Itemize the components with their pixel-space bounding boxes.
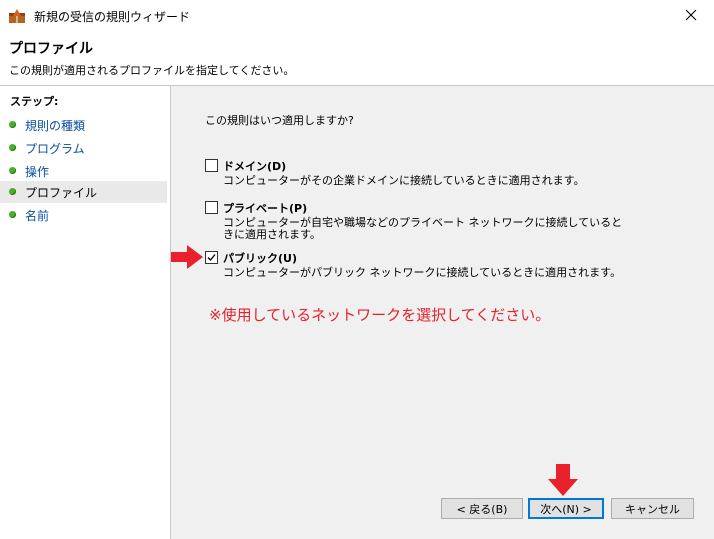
step-label: 名前 — [25, 209, 50, 223]
step-action[interactable]: 操作 — [0, 160, 167, 182]
cancel-button[interactable]: キャンセル — [611, 498, 694, 519]
main-content: この規則はいつ適用しますか? ドメイン(D) コンピューターがその企業ドメインに… — [171, 86, 714, 539]
step-label: プロファイル — [25, 186, 98, 200]
step-dot-icon — [9, 188, 16, 195]
step-dot-icon — [9, 121, 16, 128]
option-label[interactable]: プライベート(P) — [223, 200, 307, 216]
step-program[interactable]: プログラム — [0, 137, 167, 159]
steps-sidebar: ステップ: 規則の種類 プログラム 操作 プロファイル 名前 — [0, 86, 171, 539]
step-label: 操作 — [25, 165, 50, 179]
firewall-icon — [8, 7, 26, 24]
arrow-down-icon — [548, 464, 578, 499]
domain-checkbox[interactable] — [205, 159, 218, 172]
annotation-note: ※使用しているネットワークを選択してください。 — [209, 306, 551, 324]
window-title: 新規の受信の規則ウィザード — [34, 10, 191, 24]
step-label: プログラム — [25, 142, 85, 156]
arrow-right-icon — [171, 245, 203, 272]
option-label[interactable]: パブリック(U) — [223, 250, 297, 266]
back-button[interactable]: < 戻る(B) — [441, 498, 523, 519]
step-profile[interactable]: プロファイル — [0, 181, 167, 203]
option-description: コンピューターがパブリック ネットワークに接続しているときに適用されます。 — [223, 266, 622, 279]
question-text: この規則はいつ適用しますか? — [205, 114, 354, 127]
option-description: コンピューターがその企業ドメインに接続しているときに適用されます。 — [223, 174, 585, 187]
next-button[interactable]: 次へ(N) > — [528, 498, 604, 519]
option-description: コンピューターが自宅や職場などのプライベート ネットワークに接続しているときに適… — [223, 216, 623, 241]
step-rule-type[interactable]: 規則の種類 — [0, 114, 167, 136]
page-title: プロファイル — [9, 41, 93, 57]
public-checkbox[interactable] — [205, 251, 218, 264]
close-button[interactable] — [668, 0, 714, 32]
checkmark-icon — [207, 254, 216, 261]
step-name[interactable]: 名前 — [0, 204, 167, 226]
step-label: 規則の種類 — [25, 119, 86, 133]
page-description: この規則が適用されるプロファイルを指定してください。 — [9, 64, 295, 77]
steps-label: ステップ: — [10, 95, 59, 108]
wizard-header: プロファイル この規則が適用されるプロファイルを指定してください。 — [0, 32, 714, 86]
step-dot-icon — [9, 167, 16, 174]
close-icon — [685, 9, 697, 24]
private-checkbox[interactable] — [205, 201, 218, 214]
step-dot-icon — [9, 144, 16, 151]
option-label[interactable]: ドメイン(D) — [223, 158, 286, 174]
step-dot-icon — [9, 211, 16, 218]
title-bar: 新規の受信の規則ウィザード — [0, 0, 714, 32]
